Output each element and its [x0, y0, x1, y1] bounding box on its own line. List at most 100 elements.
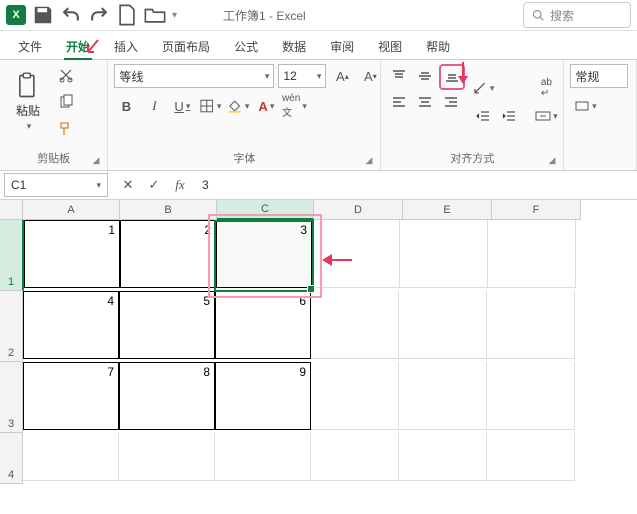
group-label-alignment: 对齐方式◢ [387, 148, 557, 168]
align-bottom-icon[interactable] [439, 64, 465, 90]
phonetic-guide-icon[interactable]: wén文▾ [282, 94, 306, 118]
cell-b3[interactable]: 8 [119, 362, 215, 430]
enter-formula-icon[interactable]: ✓ [142, 173, 166, 197]
window-title: 工作簿1 - Excel [223, 7, 306, 24]
cell-d1[interactable] [312, 220, 400, 288]
cell-a1[interactable]: 1 [24, 220, 120, 288]
align-left-icon[interactable] [387, 90, 411, 114]
tab-formulas[interactable]: 公式 [224, 34, 268, 59]
align-middle-icon[interactable] [413, 64, 437, 88]
grow-font-icon[interactable]: A▴ [330, 64, 354, 88]
font-color-button[interactable]: A▾ [254, 94, 278, 118]
group-label-clipboard: 剪贴板◢ [6, 148, 101, 168]
search-box[interactable]: 搜索 [523, 2, 631, 28]
italic-button[interactable]: I [142, 94, 166, 118]
group-number: 常规 ▾ [564, 60, 637, 170]
cell-d2[interactable] [311, 291, 399, 359]
fill-color-button[interactable]: ▾ [226, 94, 250, 118]
cell-b4[interactable] [119, 433, 215, 481]
open-folder-icon[interactable] [144, 4, 166, 26]
currency-icon[interactable]: ▾ [570, 94, 600, 118]
shrink-font-icon[interactable]: A▾ [358, 64, 382, 88]
paste-icon [14, 72, 42, 100]
tab-insert[interactable]: 插入 [104, 34, 148, 59]
group-font: 等线▾ 12▾ A▴ A▾ B I U▾ ▾ ▾ A▾ wén文▾ 字体◢ [108, 60, 381, 170]
col-header-d[interactable]: D [314, 200, 403, 220]
align-center-icon[interactable] [413, 90, 437, 114]
cell-e3[interactable] [399, 362, 487, 430]
bold-button[interactable]: B [114, 94, 138, 118]
tab-help[interactable]: 帮助 [416, 34, 460, 59]
group-label-number [570, 164, 630, 168]
dialog-launcher-icon[interactable]: ◢ [92, 155, 99, 166]
select-all-corner[interactable] [0, 200, 23, 220]
row-header-2[interactable]: 2 [0, 291, 23, 362]
decrease-indent-icon[interactable] [471, 104, 495, 128]
cell-f2[interactable] [487, 291, 575, 359]
worksheet-grid[interactable]: A B C D E F 1 1 2 3 2 4 5 6 3 7 8 9 4 [0, 200, 637, 484]
cell-f1[interactable] [488, 220, 576, 288]
cell-e2[interactable] [399, 291, 487, 359]
cell-f3[interactable] [487, 362, 575, 430]
ribbon: 粘贴 ▾ 剪贴板◢ 等线▾ 12▾ A▴ A▾ B I U▾ ▾ [0, 60, 637, 171]
save-icon[interactable] [32, 4, 54, 26]
cell-c3[interactable]: 9 [215, 362, 311, 430]
group-label-font: 字体◢ [114, 148, 374, 168]
ribbon-tabs: 文件 开始 插入 页面布局 公式 数据 审阅 视图 帮助 [0, 31, 637, 60]
cell-a4[interactable] [23, 433, 119, 481]
cell-a2[interactable]: 4 [23, 291, 119, 359]
paste-button[interactable]: 粘贴 ▾ [6, 64, 50, 140]
tab-file[interactable]: 文件 [8, 34, 52, 59]
borders-button[interactable]: ▾ [198, 94, 222, 118]
formula-bar: C1▾ ✕ ✓ fx 3 [0, 171, 637, 200]
cell-c1[interactable]: 3 [216, 220, 312, 288]
col-header-a[interactable]: A [23, 200, 120, 220]
tab-view[interactable]: 视图 [368, 34, 412, 59]
row-header-4[interactable]: 4 [0, 433, 23, 484]
number-format-select[interactable]: 常规 [570, 64, 628, 88]
group-clipboard: 粘贴 ▾ 剪贴板◢ [0, 60, 108, 170]
merge-center-icon[interactable]: ▾ [531, 104, 561, 128]
cell-e4[interactable] [399, 433, 487, 481]
tab-data[interactable]: 数据 [272, 34, 316, 59]
cell-a3[interactable]: 7 [23, 362, 119, 430]
copy-icon[interactable] [54, 91, 78, 114]
fx-icon[interactable]: fx [168, 173, 192, 197]
cell-c2[interactable]: 6 [215, 291, 311, 359]
orientation-icon[interactable]: ▾ [471, 76, 495, 100]
font-size-select[interactable]: 12▾ [278, 64, 326, 88]
dialog-launcher-icon[interactable]: ◢ [548, 155, 555, 166]
redo-icon[interactable] [88, 4, 110, 26]
format-painter-icon[interactable] [54, 117, 78, 140]
cell-d3[interactable] [311, 362, 399, 430]
cell-c4[interactable] [215, 433, 311, 481]
row-header-1[interactable]: 1 [0, 220, 24, 291]
cell-b1[interactable]: 2 [120, 220, 216, 288]
tab-page-layout[interactable]: 页面布局 [152, 34, 220, 59]
col-header-b[interactable]: B [120, 200, 217, 220]
increase-indent-icon[interactable] [497, 104, 521, 128]
cell-f4[interactable] [487, 433, 575, 481]
align-top-icon[interactable] [387, 64, 411, 88]
cancel-formula-icon[interactable]: ✕ [116, 173, 140, 197]
qat-overflow[interactable]: ▾ [172, 10, 177, 21]
cell-e1[interactable] [400, 220, 488, 288]
col-header-e[interactable]: E [403, 200, 492, 220]
row-header-3[interactable]: 3 [0, 362, 23, 433]
align-right-icon[interactable] [439, 90, 463, 114]
col-header-f[interactable]: F [492, 200, 581, 220]
tab-review[interactable]: 审阅 [320, 34, 364, 59]
col-header-c[interactable]: C [217, 200, 314, 220]
dialog-launcher-icon[interactable]: ◢ [365, 155, 372, 166]
font-name-select[interactable]: 等线▾ [114, 64, 274, 88]
undo-icon[interactable] [60, 4, 82, 26]
tab-home[interactable]: 开始 [56, 34, 100, 59]
cell-d4[interactable] [311, 433, 399, 481]
underline-button[interactable]: U▾ [170, 94, 194, 118]
formula-input[interactable]: 3 [196, 178, 637, 192]
cell-b2[interactable]: 5 [119, 291, 215, 359]
wrap-text-icon[interactable]: ab↵ [531, 76, 561, 100]
name-box[interactable]: C1▾ [4, 173, 108, 197]
new-file-icon[interactable] [116, 4, 138, 26]
cut-icon[interactable] [54, 64, 78, 87]
